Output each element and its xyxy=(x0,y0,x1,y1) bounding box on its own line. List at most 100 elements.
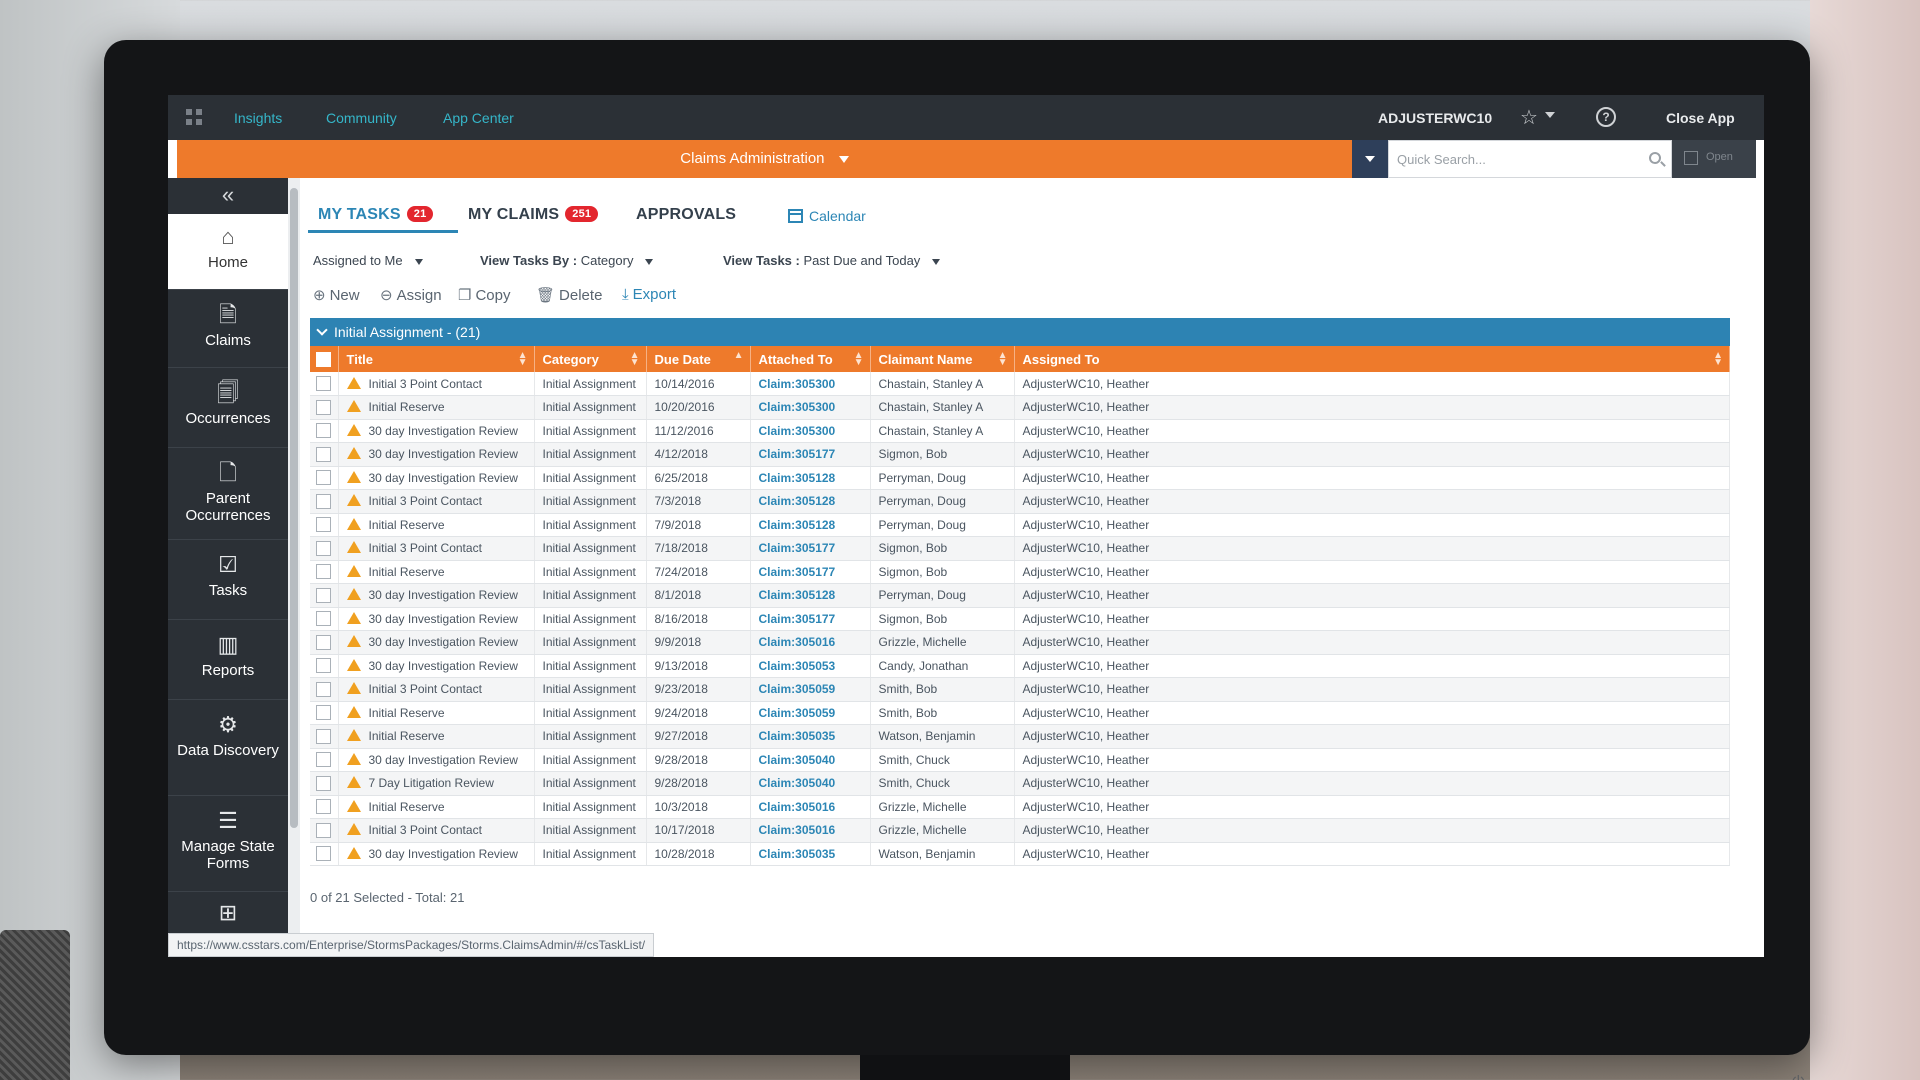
view-tasks-dropdown[interactable]: View Tasks : Past Due and Today xyxy=(723,253,941,268)
sort-ascending-icon[interactable]: ▲ xyxy=(734,351,744,361)
copy-button[interactable]: ❐ Copy xyxy=(458,286,510,304)
cell-attached-to[interactable]: Claim:305300 xyxy=(750,372,871,396)
row-checkbox[interactable] xyxy=(316,799,331,815)
sort-icon[interactable]: ▲ ▼ xyxy=(854,351,864,368)
row-checkbox[interactable] xyxy=(316,658,331,674)
app-title-bar[interactable]: Claims Administration xyxy=(177,140,1352,178)
cell-attached-to[interactable]: Claim:305177 xyxy=(750,607,871,631)
table-row[interactable]: 7 Day Litigation Review Initial Assignmen… xyxy=(310,771,1730,796)
close-app-button[interactable]: Close App xyxy=(1666,110,1735,126)
sidebar-item-data-discovery[interactable]: ⚙ Data Discovery xyxy=(168,700,288,796)
claim-link[interactable]: Claim:305177 xyxy=(759,447,836,461)
row-checkbox[interactable] xyxy=(316,681,331,697)
collapse-sidebar-icon[interactable]: « xyxy=(168,178,288,214)
sidebar-scrollbar[interactable] xyxy=(288,178,300,957)
table-row[interactable]: 30 day Investigation Review Initial Assig… xyxy=(310,607,1730,631)
tab-my-tasks[interactable]: MY TASKS 21 xyxy=(318,206,434,224)
cell-attached-to[interactable]: Claim:305128 xyxy=(750,583,871,608)
assign-button[interactable]: ⊖ Assign xyxy=(380,286,442,304)
select-all-checkbox[interactable] xyxy=(316,352,331,368)
cell-attached-to[interactable]: Claim:305128 xyxy=(750,489,871,514)
column-header-title[interactable]: Title ▲ ▼ xyxy=(338,346,535,372)
claim-link[interactable]: Claim:305035 xyxy=(759,847,836,861)
cell-attached-to[interactable]: Claim:305040 xyxy=(750,771,871,796)
username[interactable]: ADJUSTERWC10 xyxy=(1378,110,1492,126)
table-row[interactable]: Initial 3 Point Contact Initial Assignmen… xyxy=(310,372,1730,396)
sidebar-item-occurrences[interactable]: 🗐 Occurrences xyxy=(168,368,288,448)
row-checkbox[interactable] xyxy=(316,470,331,486)
claim-link[interactable]: Claim:305040 xyxy=(759,753,836,767)
claim-link[interactable]: Claim:305016 xyxy=(759,800,836,814)
claim-link[interactable]: Claim:305035 xyxy=(759,729,836,743)
sidebar-item-more[interactable]: ⊞ xyxy=(168,892,288,932)
sort-icon[interactable]: ▲ ▼ xyxy=(998,351,1008,368)
claim-link[interactable]: Claim:305177 xyxy=(759,541,836,555)
cell-attached-to[interactable]: Claim:305177 xyxy=(750,560,871,584)
claim-link[interactable]: Claim:305128 xyxy=(759,588,836,602)
star-icon[interactable]: ☆ xyxy=(1520,105,1538,130)
group-header[interactable]: Initial Assignment - (21) xyxy=(310,318,1730,346)
nav-link-insights[interactable]: Insights xyxy=(234,110,282,126)
cell-attached-to[interactable]: Claim:305016 xyxy=(750,630,871,655)
row-checkbox[interactable] xyxy=(316,705,331,721)
chevron-down-icon[interactable] xyxy=(1545,112,1555,118)
table-row[interactable]: Initial Reserve Initial Assignment 7/9/201… xyxy=(310,513,1730,537)
assigned-filter-dropdown[interactable]: Assigned to Me xyxy=(313,253,423,268)
row-checkbox[interactable] xyxy=(316,517,331,533)
claim-link[interactable]: Claim:305059 xyxy=(759,682,836,696)
table-row[interactable]: 30 day Investigation Review Initial Assig… xyxy=(310,442,1730,467)
table-row[interactable]: 30 day Investigation Review Initial Assig… xyxy=(310,583,1730,608)
row-checkbox[interactable] xyxy=(316,634,331,650)
claim-link[interactable]: Claim:305177 xyxy=(759,612,836,626)
row-checkbox[interactable] xyxy=(316,822,331,838)
export-button[interactable]: ⤓ Export xyxy=(622,286,676,303)
sidebar-item-parent-occurrences[interactable]: 🗋 Parent Occurrences xyxy=(168,448,288,540)
row-checkbox[interactable] xyxy=(316,540,331,556)
quick-search-input[interactable] xyxy=(1397,149,1627,169)
row-checkbox[interactable] xyxy=(316,376,331,392)
column-header-assigned-to[interactable]: Assigned To ▲ ▼ xyxy=(1014,346,1730,372)
sidebar-item-manage-state-forms[interactable]: ☰ Manage State Forms xyxy=(168,796,288,892)
claim-link[interactable]: Claim:305053 xyxy=(759,659,836,673)
cell-attached-to[interactable]: Claim:305300 xyxy=(750,419,871,443)
scrollbar-thumb[interactable] xyxy=(290,188,298,828)
claim-link[interactable]: Claim:305128 xyxy=(759,518,836,532)
help-icon[interactable]: ? xyxy=(1596,107,1616,127)
claim-link[interactable]: Claim:305040 xyxy=(759,776,836,790)
tab-my-claims[interactable]: MY CLAIMS 251 xyxy=(468,206,599,224)
column-header-claimant-name[interactable]: Claimant Name ▲ ▼ xyxy=(870,346,1015,372)
sidebar-item-tasks[interactable]: ☑ Tasks xyxy=(168,540,288,620)
nav-link-community[interactable]: Community xyxy=(326,110,397,126)
claim-link[interactable]: Claim:305128 xyxy=(759,494,836,508)
cell-attached-to[interactable]: Claim:305177 xyxy=(750,442,871,467)
table-row[interactable]: Initial Reserve Initial Assignment 9/24/20… xyxy=(310,701,1730,725)
row-checkbox[interactable] xyxy=(316,728,331,744)
row-checkbox[interactable] xyxy=(316,564,331,580)
column-header-due-date[interactable]: Due Date ▲ xyxy=(646,346,751,372)
cell-attached-to[interactable]: Claim:305040 xyxy=(750,748,871,772)
column-header-attached-to[interactable]: Attached To ▲ ▼ xyxy=(750,346,871,372)
sort-icon[interactable]: ▲ ▼ xyxy=(1713,351,1723,368)
table-row[interactable]: 30 day Investigation Review Initial Assig… xyxy=(310,654,1730,678)
column-header-category[interactable]: Category ▲ ▼ xyxy=(534,346,647,372)
row-checkbox[interactable] xyxy=(316,446,331,462)
cell-attached-to[interactable]: Claim:305035 xyxy=(750,842,871,866)
table-row[interactable]: Initial Reserve Initial Assignment 9/27/20… xyxy=(310,724,1730,749)
sidebar-item-home[interactable]: ⌂ Home xyxy=(168,214,288,290)
table-row[interactable]: 30 day Investigation Review Initial Assig… xyxy=(310,466,1730,490)
claim-link[interactable]: Claim:305016 xyxy=(759,823,836,837)
sidebar-item-claims[interactable]: 🗎 Claims xyxy=(168,290,288,368)
claim-link[interactable]: Claim:305300 xyxy=(759,424,836,438)
new-button[interactable]: ⊕ New xyxy=(313,286,360,304)
app-grid-icon[interactable] xyxy=(186,109,202,125)
table-row[interactable]: 30 day Investigation Review Initial Assig… xyxy=(310,842,1730,866)
cell-attached-to[interactable]: Claim:305128 xyxy=(750,513,871,537)
claim-link[interactable]: Claim:305128 xyxy=(759,471,836,485)
sidebar-item-reports[interactable]: ▥ Reports xyxy=(168,620,288,700)
cell-attached-to[interactable]: Claim:305177 xyxy=(750,536,871,561)
claim-link[interactable]: Claim:305016 xyxy=(759,635,836,649)
power-icon[interactable]: ⏻ xyxy=(1792,1074,1805,1080)
cell-attached-to[interactable]: Claim:305059 xyxy=(750,701,871,725)
view-tasks-by-dropdown[interactable]: View Tasks By : Category xyxy=(480,253,654,268)
table-row[interactable]: Initial 3 Point Contact Initial Assignmen… xyxy=(310,489,1730,514)
